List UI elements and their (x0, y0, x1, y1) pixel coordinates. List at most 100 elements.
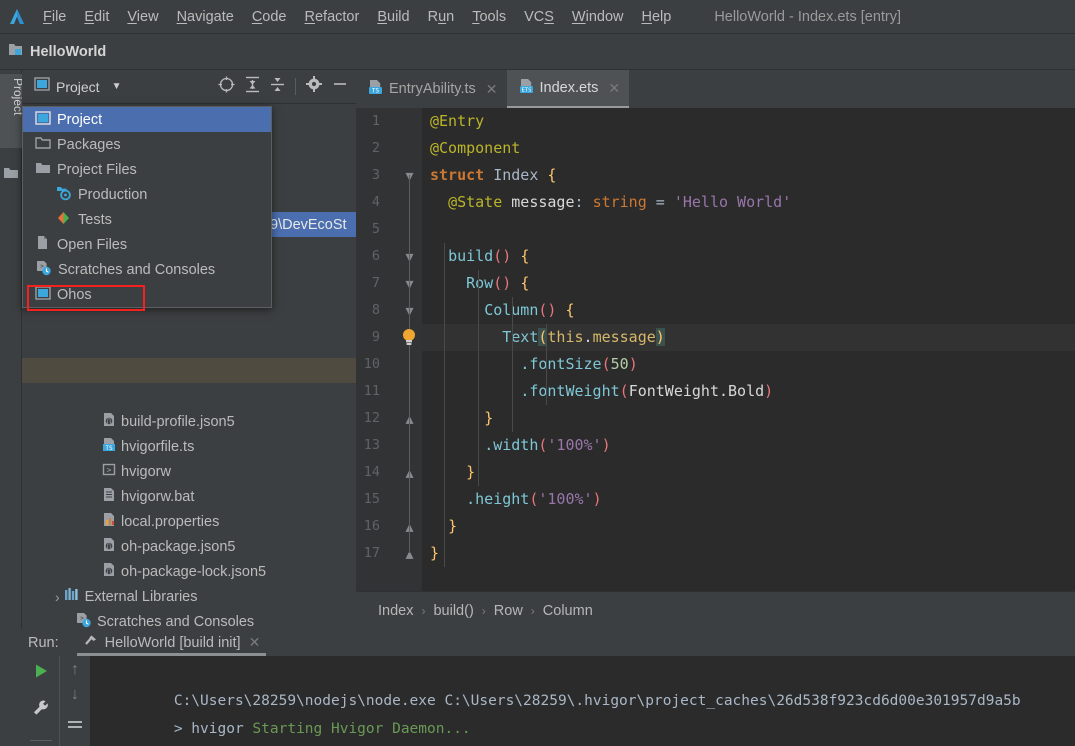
toolbar-divider (29, 740, 52, 741)
menu-item-label: Project Files (57, 161, 137, 178)
menu-item-production[interactable]: Production (23, 182, 271, 207)
chevron-down-icon[interactable]: ▼ (112, 81, 122, 92)
select-opened-file-icon[interactable] (218, 76, 235, 98)
gear-icon[interactable] (306, 76, 322, 97)
list-item[interactable]: {} oh-package.json5 (22, 534, 356, 559)
fold-region-line (409, 175, 410, 553)
code-text[interactable]: @Entry @Component struct Index { @State … (422, 108, 1075, 591)
run-tab-helloworld[interactable]: HelloWorld [build init] ✕ (76, 629, 267, 656)
scratches-icon: >_ (35, 260, 52, 280)
sidebar-tab-project[interactable]: Project (0, 74, 25, 148)
ts-file-icon: TS (102, 437, 116, 456)
list-item-label: hvigorw (121, 463, 171, 480)
breadcrumb-item-column[interactable]: Column (543, 603, 593, 619)
code-line-4: @State message: string = 'Hello World' (448, 193, 792, 211)
line-number: 3 (371, 167, 380, 183)
arrow-down-icon[interactable]: ↓ (71, 687, 79, 703)
console-command: C:\Users\28259\nodejs\node.exe C:\Users\… (173, 693, 1021, 709)
breadcrumb-item-index[interactable]: Index (378, 603, 413, 619)
menu-build[interactable]: Build (368, 0, 418, 34)
menu-item-project[interactable]: Project (23, 107, 271, 132)
code-editor[interactable]: 1 2 3 4 5 6 7 8 9 10 11 12 13 14 15 16 1… (356, 108, 1075, 591)
menu-help[interactable]: Help (632, 0, 680, 34)
menu-item-open-files[interactable]: Open Files (23, 232, 271, 257)
menu-refactor[interactable]: Refactor (296, 0, 369, 34)
line-number: 11 (363, 383, 380, 399)
line-number: 5 (371, 221, 380, 237)
list-item-label: hvigorw.bat (121, 488, 195, 505)
expand-all-icon[interactable] (245, 76, 260, 98)
wrench-icon[interactable] (32, 699, 50, 722)
hide-icon[interactable] (332, 76, 348, 97)
run-console[interactable]: C:\Users\28259\nodejs\node.exe C:\Users\… (90, 656, 1075, 746)
menu-item-packages[interactable]: Packages (23, 132, 271, 157)
list-item[interactable]: {} build-profile.json5 (22, 409, 356, 434)
rerun-icon[interactable] (32, 662, 50, 685)
code-line-7: Row() { (466, 274, 530, 292)
folder-icon[interactable] (3, 166, 19, 185)
project-panel-toolbar (218, 76, 356, 98)
code-line-3: struct Index { (430, 166, 557, 184)
menu-run[interactable]: Run (419, 0, 464, 34)
ide-window: File Edit View Navigate Code Refactor Bu… (0, 0, 1075, 746)
svg-text:{}: {} (107, 544, 112, 551)
collapse-all-icon[interactable] (270, 76, 285, 98)
editor-tab-entryability[interactable]: TS EntryAbility.ts ✕ (356, 70, 507, 108)
svg-text:{}: {} (107, 569, 112, 576)
deveco-studio-logo-icon (0, 0, 34, 34)
folder-icon (35, 161, 51, 179)
script-file-icon: > (102, 462, 116, 481)
chevron-right-icon: › (421, 603, 426, 618)
project-view-icon (34, 77, 50, 96)
menu-code[interactable]: Code (243, 0, 296, 34)
breadcrumb-item-build[interactable]: build() (433, 603, 473, 619)
window-title: HelloWorld - Index.ets [entry] (714, 8, 902, 25)
list-item-label: Scratches and Consoles (97, 613, 255, 630)
menu-item-project-files[interactable]: Project Files (23, 157, 271, 182)
project-panel-header: Project ▼ (22, 70, 356, 104)
list-item-label: build-profile.json5 (121, 413, 235, 430)
editor-tab-label: Index.ets (539, 80, 599, 96)
line-number: 10 (363, 356, 380, 372)
list-item[interactable]: >_ Scratches and Consoles (22, 609, 356, 629)
code-line-13: .width('100%') (484, 436, 611, 454)
menu-item-ohos[interactable]: Ohos (23, 282, 271, 307)
list-item[interactable]: hvigorw.bat (22, 484, 356, 509)
line-number: 7 (371, 275, 380, 291)
menu-vcs[interactable]: VCS (515, 0, 563, 34)
code-line-11: .fontWeight(FontWeight.Bold) (520, 382, 774, 400)
breadcrumb-item-row[interactable]: Row (494, 603, 523, 619)
menu-edit[interactable]: Edit (75, 0, 118, 34)
run-tool-window: Run: HelloWorld [build init] ✕ ↑ ↓ C:\Us… (0, 629, 1075, 746)
list-item[interactable]: local.properties (22, 509, 356, 534)
editor-tab-index[interactable]: ETS Index.ets ✕ (506, 70, 630, 108)
menu-navigate[interactable]: Navigate (168, 0, 243, 34)
soft-wrap-icon[interactable] (67, 718, 83, 736)
close-icon[interactable]: ✕ (608, 80, 620, 97)
left-tool-strip: Project (0, 70, 25, 629)
menu-window[interactable]: Window (563, 0, 633, 34)
menu-tools[interactable]: Tools (463, 0, 515, 34)
menu-view[interactable]: View (118, 0, 167, 34)
menu-item-scratches-and-consoles[interactable]: >_ Scratches and Consoles (23, 257, 271, 282)
line-number: 8 (371, 302, 380, 318)
line-number: 16 (363, 518, 380, 534)
close-icon[interactable]: ✕ (486, 81, 498, 98)
json5-file-icon: {} (102, 537, 116, 556)
menu-item-label: Open Files (57, 236, 128, 253)
tests-icon (55, 210, 72, 230)
menu-file[interactable]: File (34, 0, 75, 34)
project-name-label: HelloWorld (30, 43, 107, 60)
close-icon[interactable]: ✕ (249, 634, 261, 651)
list-item[interactable]: › External Libraries (22, 584, 356, 609)
line-number: 4 (371, 194, 380, 210)
production-icon (55, 185, 72, 205)
arrow-up-icon[interactable]: ↑ (71, 662, 79, 678)
intention-bulb-icon[interactable] (400, 324, 418, 356)
list-item[interactable]: {} oh-package-lock.json5 (22, 559, 356, 584)
menu-item-tests[interactable]: Tests (23, 207, 271, 232)
chevron-right-icon[interactable]: › (55, 589, 60, 605)
list-item[interactable]: > hvigorw (22, 459, 356, 484)
code-line-17: } (430, 544, 440, 562)
list-item[interactable]: TS hvigorfile.ts (22, 434, 356, 459)
